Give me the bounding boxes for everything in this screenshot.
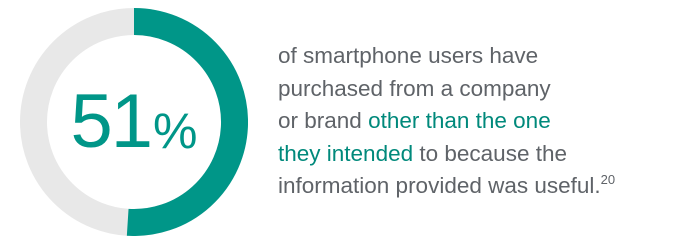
description-line-4-suffix: to because the: [413, 140, 567, 166]
description-line-3-prefix: or brand: [278, 108, 369, 133]
stat-description: of smartphone users have purchased from …: [278, 40, 678, 203]
donut-chart: 51 %: [20, 8, 248, 236]
footnote-marker: 20: [600, 172, 616, 187]
percentage-number: 51: [70, 79, 153, 164]
description-line-5: information provided was useful.: [278, 173, 601, 198]
description-line-2: purchased from a company: [278, 75, 551, 101]
percentage-label: 51 %: [20, 8, 248, 236]
description-highlight-1: other than the one: [368, 108, 551, 133]
stat-card: 51 % of smartphone users have purchased …: [0, 0, 684, 244]
percentage-sign: %: [153, 103, 198, 159]
description-highlight-2: they intended: [278, 140, 414, 166]
description-line-1: of smartphone users have: [278, 43, 539, 68]
